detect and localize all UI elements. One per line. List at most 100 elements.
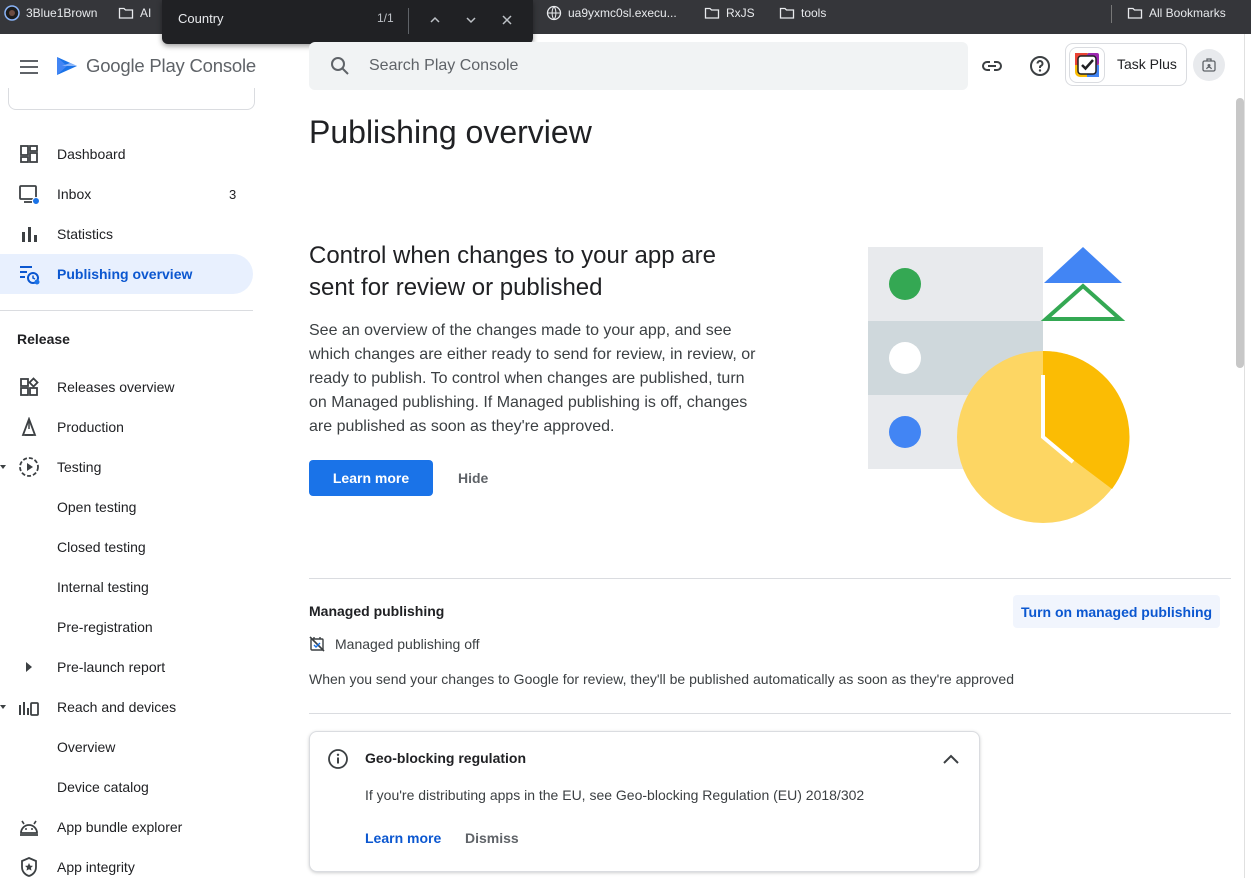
- sidebar-item-device-catalog[interactable]: Device catalog: [0, 767, 253, 807]
- sidebar-item-label: App bundle explorer: [57, 819, 183, 835]
- sidebar-item-testing[interactable]: Testing: [0, 447, 253, 487]
- bookmark-tools[interactable]: tools: [779, 5, 826, 21]
- find-close-button[interactable]: [497, 10, 517, 30]
- sidebar-item-label: Overview: [57, 739, 116, 755]
- sidebar-item-label: Internal testing: [57, 579, 149, 595]
- sidebar-item-overview[interactable]: Overview: [0, 727, 253, 767]
- page-title: Publishing overview: [309, 114, 592, 150]
- bookmark-label: All Bookmarks: [1149, 6, 1226, 20]
- help-button[interactable]: [1028, 54, 1052, 78]
- managed-publishing-status-text: Managed publishing off: [335, 636, 480, 652]
- hero-title: Control when changes to your app are sen…: [309, 242, 716, 301]
- folder-icon: [779, 7, 795, 19]
- close-icon: [502, 15, 512, 25]
- geo-card-description: If you're distributing apps in the EU, s…: [365, 787, 865, 803]
- search-icon: [329, 55, 351, 82]
- caret-down-icon: [0, 465, 6, 469]
- sidebar-item-open-testing[interactable]: Open testing: [0, 487, 253, 527]
- chevron-down-icon: [466, 17, 476, 24]
- collapse-card-button[interactable]: [940, 748, 962, 770]
- bookmark-all-bookmarks[interactable]: All Bookmarks: [1127, 5, 1226, 21]
- caret-down-icon: [0, 705, 6, 709]
- hide-button[interactable]: Hide: [447, 460, 499, 496]
- sidebar-item-app-integrity[interactable]: App integrity: [0, 847, 253, 878]
- sidebar-item-internal-testing[interactable]: Internal testing: [0, 567, 253, 607]
- sidebar-item-label: Pre-registration: [57, 619, 153, 635]
- sidebar-item-label: Dashboard: [57, 146, 126, 162]
- sidebar-item-inbox[interactable]: Inbox 3: [0, 174, 253, 214]
- bookmark-label: AI: [140, 6, 152, 20]
- page-scroll-track: [1244, 34, 1251, 878]
- folder-icon: [118, 7, 134, 19]
- geo-card-dismiss-button[interactable]: Dismiss: [465, 830, 519, 846]
- publishing-off-icon: [309, 636, 325, 652]
- sidebar-item-statistics[interactable]: Statistics: [0, 214, 253, 254]
- sidebar-item-label: Closed testing: [57, 539, 146, 555]
- learn-more-button[interactable]: Learn more: [309, 460, 433, 496]
- bookmark-ai[interactable]: AI: [118, 5, 151, 21]
- bookmark-3blue1brown[interactable]: 3Blue1Brown: [4, 5, 97, 21]
- find-in-page-bar: Country 1/1: [162, 0, 533, 44]
- sidebar-item-app-bundle-explorer[interactable]: App bundle explorer: [0, 807, 253, 847]
- sidebar-item-label: Publishing overview: [57, 266, 193, 282]
- releases-icon: [18, 376, 40, 398]
- info-icon: [328, 749, 348, 769]
- sidebar-item-label: Inbox: [57, 186, 92, 202]
- bookmark-label: RxJS: [726, 6, 755, 20]
- link-button[interactable]: [980, 54, 1004, 78]
- app-selector[interactable]: Task Plus: [1065, 43, 1187, 86]
- globe-icon: [546, 5, 562, 21]
- play-logo-icon: [57, 57, 77, 75]
- reach-icon: [18, 696, 40, 718]
- section-divider: [309, 578, 1231, 579]
- sidebar-item-label: Production: [57, 419, 124, 435]
- link-icon: [982, 61, 1002, 71]
- site-favicon-icon: [4, 5, 20, 21]
- account-avatar[interactable]: [1193, 49, 1225, 81]
- caret-right-icon: [26, 662, 32, 672]
- sidebar-item-closed-testing[interactable]: Closed testing: [0, 527, 253, 567]
- sidebar-item-reach-and-devices[interactable]: Reach and devices: [0, 687, 253, 727]
- geo-card-title: Geo-blocking regulation: [365, 750, 527, 766]
- help-icon: [1030, 56, 1050, 76]
- chevron-up-icon: [943, 754, 959, 764]
- find-match-count: 1/1: [377, 11, 394, 25]
- bookmarks-divider: [1111, 5, 1112, 23]
- sidebar-item-label: Testing: [57, 459, 102, 475]
- sidebar-app-box: [8, 88, 255, 110]
- turn-on-managed-publishing-button[interactable]: Turn on managed publishing: [1013, 595, 1221, 628]
- sidebar-item-releases-overview[interactable]: Releases overview: [0, 367, 253, 407]
- sidebar-item-publishing-overview[interactable]: Publishing overview: [0, 254, 253, 294]
- sidebar-item-dashboard[interactable]: Dashboard: [0, 134, 253, 174]
- find-previous-button[interactable]: [425, 10, 445, 30]
- main-menu-button[interactable]: [16, 54, 42, 80]
- search-input[interactable]: [369, 42, 949, 90]
- sidebar-item-label: Device catalog: [57, 779, 149, 795]
- chevron-up-icon: [430, 16, 440, 23]
- account-badge-icon: [1202, 58, 1216, 72]
- sidebar-section-release: Release: [17, 331, 70, 347]
- production-icon: [18, 416, 40, 438]
- sidebar-item-pre-registration[interactable]: Pre-registration: [0, 607, 253, 647]
- search-bar[interactable]: [309, 42, 968, 90]
- geo-blocking-card: Geo-blocking regulation If you're distri…: [309, 731, 980, 872]
- publishing-icon: [18, 263, 40, 285]
- logo-text: Google Play Console: [86, 55, 256, 76]
- find-query[interactable]: Country: [178, 11, 224, 26]
- find-divider: [408, 8, 409, 34]
- google-play-console-logo[interactable]: Google Play Console: [54, 53, 256, 79]
- publishing-illustration: [868, 247, 1130, 523]
- sidebar-item-label: Reach and devices: [57, 699, 177, 715]
- sidebar-item-production[interactable]: Production: [0, 407, 253, 447]
- android-icon: [18, 816, 40, 838]
- inbox-icon: [18, 183, 40, 205]
- folder-icon: [704, 7, 720, 19]
- page-scrollbar-thumb[interactable]: [1236, 98, 1244, 368]
- find-next-button[interactable]: [461, 10, 481, 30]
- sidebar-item-label: Statistics: [57, 226, 114, 242]
- shield-icon: [18, 856, 40, 878]
- bookmark-rxjs[interactable]: RxJS: [704, 5, 755, 21]
- bookmark-ua9yxmc0sl[interactable]: ua9yxmc0sl.execu...: [546, 5, 677, 21]
- sidebar-item-pre-launch-report[interactable]: Pre-launch report: [0, 647, 253, 687]
- geo-card-learn-more-link[interactable]: Learn more: [365, 830, 441, 846]
